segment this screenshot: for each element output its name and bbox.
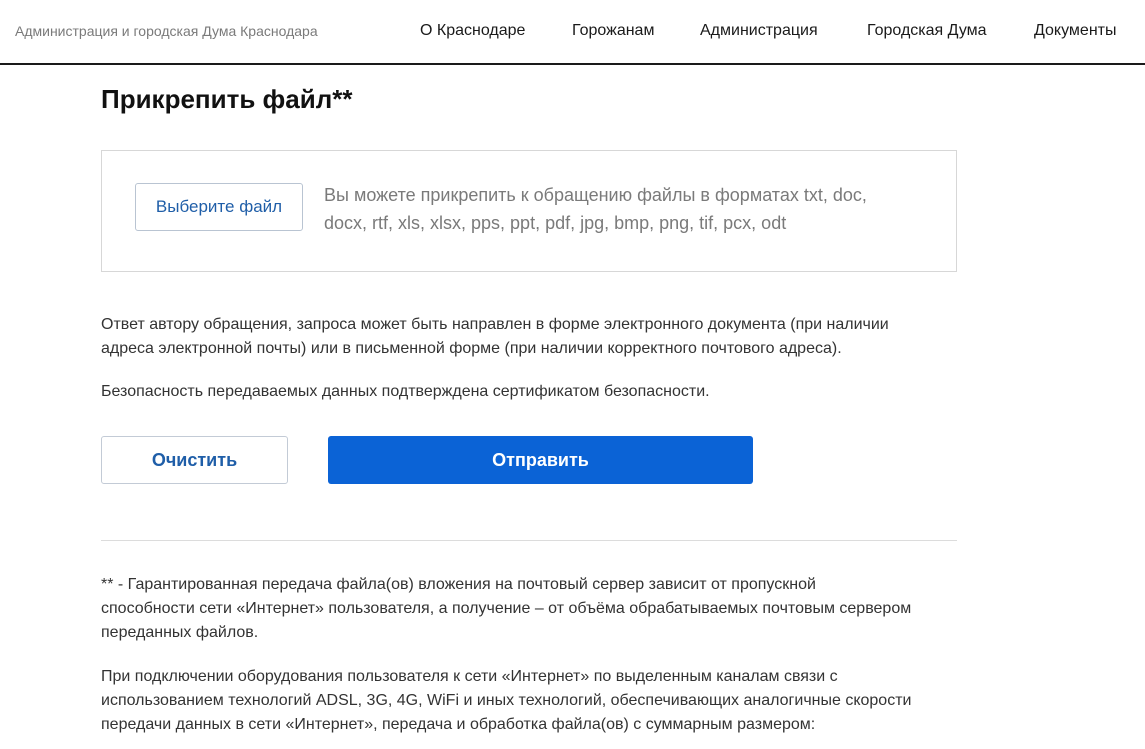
footnote-line: ** - Гарантированная передача файла(ов) …	[101, 576, 816, 593]
submit-button[interactable]: Отправить	[328, 436, 753, 484]
footnote-line: способности сети «Интернет» пользователя…	[101, 600, 912, 617]
footnote-connection: При подключении оборудования пользовател…	[101, 665, 961, 737]
file-format-hint-line: docx, rtf, xls, xlsx, pps, ppt, pdf, jpg…	[324, 213, 787, 233]
file-format-hint-line: Вы можете прикрепить к обращению файлы в…	[324, 185, 867, 205]
file-format-hint: Вы можете прикрепить к обращению файлы в…	[324, 181, 924, 237]
nav-item-city-duma[interactable]: Городская Дума	[867, 22, 987, 40]
top-header: Администрация и городская Дума Краснодар…	[0, 0, 1145, 65]
security-note: Безопасность передаваемых данных подтвер…	[101, 383, 710, 400]
site-brand[interactable]: Администрация и городская Дума Краснодар…	[15, 23, 318, 39]
clear-button[interactable]: Очистить	[101, 436, 288, 484]
nav-item-citizens[interactable]: Горожанам	[572, 22, 654, 40]
nav-item-about[interactable]: О Краснодаре	[420, 22, 525, 40]
footnote-line: При подключении оборудования пользовател…	[101, 668, 838, 685]
footnote-delivery: ** - Гарантированная передача файла(ов) …	[101, 573, 961, 645]
reply-info-text: Ответ автору обращения, запроса может бы…	[101, 313, 961, 361]
section-divider	[101, 540, 957, 541]
reply-info-line: адреса электронной почты) или в письменн…	[101, 340, 842, 357]
footnote-line: передачи данных в сети «Интернет», перед…	[101, 716, 816, 733]
file-upload-area: Выберите файл Вы можете прикрепить к обр…	[101, 150, 957, 272]
footnote-line: переданных файлов.	[101, 624, 259, 641]
choose-file-button[interactable]: Выберите файл	[135, 183, 303, 231]
attach-file-heading: Прикрепить файл**	[101, 84, 353, 114]
nav-item-documents[interactable]: Документы	[1034, 22, 1116, 40]
nav-item-administration[interactable]: Администрация	[700, 22, 818, 40]
footnote-line: использованием технологий ADSL, 3G, 4G, …	[101, 692, 912, 709]
reply-info-line: Ответ автору обращения, запроса может бы…	[101, 316, 889, 333]
